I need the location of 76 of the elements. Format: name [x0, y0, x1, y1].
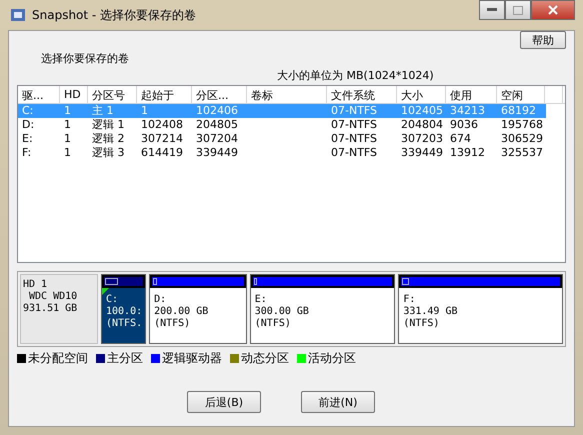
- table-cell-text: 1: [140, 104, 149, 118]
- table-cell-text: 1: [63, 118, 72, 132]
- legend-label: 主分区: [107, 350, 143, 367]
- legend-label: 逻辑驱动器: [162, 350, 222, 367]
- close-button[interactable]: [531, 0, 575, 20]
- maximize-icon: [513, 6, 523, 14]
- window-title: Snapshot - 选择你要保存的卷: [32, 6, 196, 24]
- volume-row[interactable]: F: 1 逻辑 3 614419 339449 07-NTFS 339449 13912 325537: [18, 146, 546, 160]
- table-cell-text: 614419: [140, 146, 184, 160]
- table-cell-text: 逻辑 1: [91, 118, 126, 132]
- table-cell-text: 339449: [400, 146, 444, 160]
- volume-row[interactable]: D: 1 逻辑 1 102408 204805 07-NTFS 204804 9036 195768: [18, 118, 546, 132]
- table-cell-text: 主 1: [91, 104, 114, 118]
- table-cell-text: 204804: [400, 118, 444, 132]
- table-cell-text: C:: [21, 104, 34, 118]
- volume-row[interactable]: E: 1 逻辑 2 307214 307204 07-NTFS 307203 674 306529: [18, 132, 546, 146]
- table-cell-text: 204805: [195, 118, 239, 132]
- app-icon: [10, 7, 26, 23]
- table-cell-text: 674: [449, 132, 472, 146]
- table-cell-text: E:: [21, 132, 34, 146]
- nav-button[interactable]: 后退(B): [187, 391, 261, 413]
- table-cell-text: F:: [21, 146, 32, 160]
- table-cell-text: 9036: [449, 118, 479, 132]
- table-cell-text: 325537: [500, 146, 544, 160]
- table-cell-text: 102406: [195, 104, 239, 118]
- table-cell-text: 34213: [449, 104, 486, 118]
- table-cell-text: 307214: [140, 132, 184, 146]
- nav-button[interactable]: 前进(N): [301, 391, 375, 413]
- table-cell-text: 逻辑 3: [91, 146, 126, 160]
- table-cell-text: 102408: [140, 118, 184, 132]
- column-header[interactable]: 大小: [397, 86, 446, 103]
- column-header[interactable]: 空闲: [497, 86, 545, 103]
- prompt-label: 选择你要保存的卷: [41, 51, 130, 66]
- partition-block[interactable]: D: 200.00 GB (NTFS): [149, 274, 247, 344]
- partition-label: D: 200.00 GB (NTFS): [153, 293, 210, 330]
- table-cell-text: 13912: [449, 146, 486, 160]
- table-cell-text: 07-NTFS: [330, 118, 378, 132]
- partition-label: F: 331.49 GB (NTFS): [402, 293, 458, 330]
- column-header[interactable]: 驱...: [18, 86, 60, 103]
- column-header[interactable]: 起始于: [137, 86, 192, 103]
- table-cell-text: 07-NTFS: [330, 146, 378, 160]
- table-cell-text: 195768: [500, 118, 544, 132]
- disk-info: HD 1 WDC WD10 931.51 GB: [20, 274, 98, 344]
- column-header[interactable]: 分区...: [192, 86, 247, 103]
- table-cell-text: 逻辑 2: [91, 132, 126, 146]
- maximize-button[interactable]: [505, 0, 531, 20]
- partition-block[interactable]: E: 300.00 GB (NTFS): [250, 274, 396, 344]
- column-header[interactable]: HD: [60, 86, 88, 103]
- minimize-button[interactable]: [479, 0, 505, 20]
- partition-block[interactable]: F: 331.49 GB (NTFS): [398, 274, 563, 344]
- column-header[interactable]: 使用: [446, 86, 497, 103]
- partition-block[interactable]: C: 100.0: (NTFS.: [101, 274, 146, 344]
- table-cell-text: 1: [63, 132, 72, 146]
- legend-label: 未分配空间: [28, 350, 88, 367]
- table-cell-text: 68192: [500, 104, 537, 118]
- column-header[interactable]: 分区号: [88, 86, 137, 103]
- close-icon: [548, 5, 558, 15]
- column-header[interactable]: 卷标: [247, 86, 327, 103]
- legend-label: 动态分区: [241, 350, 289, 367]
- partition-label: E: 300.00 GB (NTFS): [254, 293, 310, 330]
- table-cell-text: 339449: [195, 146, 239, 160]
- table-cell-text: 1: [63, 104, 72, 118]
- table-cell-text: 307203: [400, 132, 444, 146]
- table-cell-text: 102405: [400, 104, 444, 118]
- minimize-icon: [487, 8, 497, 12]
- legend-label: 活动分区: [308, 350, 356, 367]
- help-button[interactable]: 帮助: [520, 31, 566, 49]
- partition-label: C: 100.0: (NTFS.: [105, 293, 144, 330]
- unit-note: 大小的单位为 MB(1024*1024): [277, 68, 435, 83]
- table-cell-text: 1: [63, 146, 72, 160]
- column-header[interactable]: 文件系统: [327, 86, 397, 103]
- table-cell-text: D:: [21, 118, 36, 132]
- table-cell-text: 307204: [195, 132, 239, 146]
- table-cell-text: 306529: [500, 132, 544, 146]
- table-cell-text: 07-NTFS: [330, 132, 378, 146]
- table-cell-text: 07-NTFS: [330, 104, 378, 118]
